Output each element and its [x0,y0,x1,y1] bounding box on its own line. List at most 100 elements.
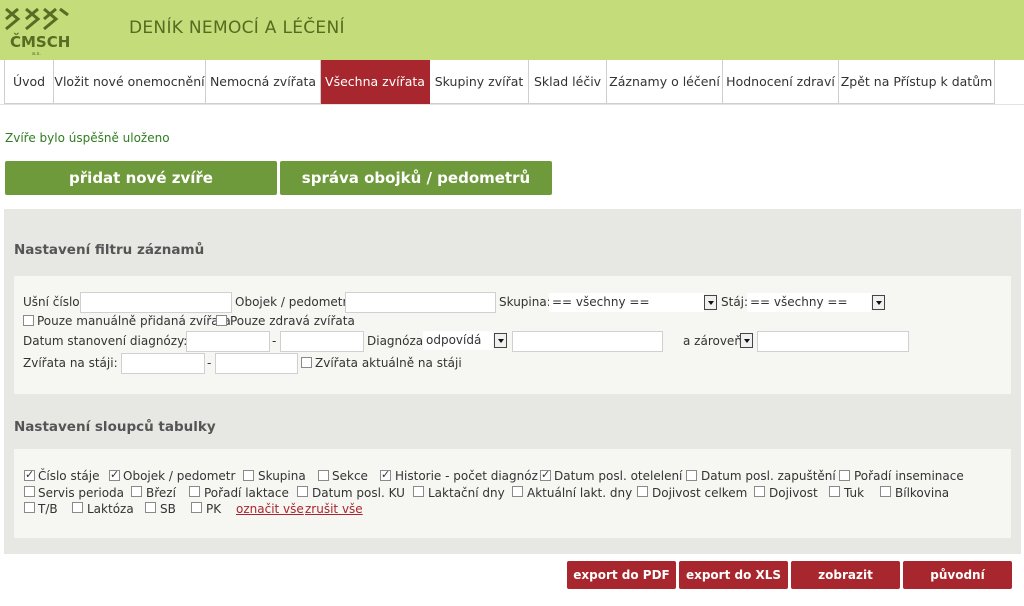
diagnosis-mode-select[interactable]: odpovídá [423,331,493,350]
stable-select[interactable]: == všechny == [747,293,871,312]
nav-item-treatment-records[interactable]: Záznamy o léčení [607,60,723,104]
logo-text: ČMSCH [10,33,71,51]
column-label: Březí [146,486,176,500]
original-button[interactable]: původní [903,561,1012,589]
column-label: Pořadí inseminace [854,469,964,483]
column-label: Skupina [258,469,306,483]
column-label: Datum posl. KU [312,486,405,500]
column-checkbox[interactable] [297,486,308,497]
column-checkbox[interactable] [72,502,83,513]
manual-only-label: Pouze manuálně přidaná zvířata [37,314,231,328]
column-label: Pořadí laktace [204,486,289,500]
nav-item-all-animals[interactable]: Všechna zvířata [321,60,430,104]
column-checkbox[interactable] [829,486,840,497]
column-checkbox[interactable] [131,486,142,497]
column-checkbox[interactable] [189,486,200,497]
column-checkbox[interactable] [24,502,35,513]
chevron-down-icon[interactable] [872,295,885,310]
column-checkbox[interactable] [637,486,648,497]
and-label: a zároveň [683,334,742,348]
column-label: Datum posl. zapuštění [701,469,836,483]
nav-item-uvod[interactable]: Úvod [4,60,54,104]
diagnosis-label: Diagnóza: [367,334,428,348]
column-label: PK [206,502,222,516]
column-label: T/B [38,502,58,516]
column-label: Číslo stáje [38,469,100,483]
column-label: Laktační dny [428,486,505,500]
nav-item-health-evaluation[interactable]: Hodnocení zdraví [723,60,839,104]
column-label: Laktóza [87,502,134,516]
diagnosis-input[interactable] [512,331,663,352]
collar-label: Obojek / pedometr: [235,295,352,309]
diag-date-label: Datum stanovení diagnózy: [23,334,188,348]
column-label: Aktuální lakt. dny [527,486,633,500]
diag-date-to-input[interactable] [280,331,364,352]
in-stable-to-input[interactable] [215,353,298,374]
column-label: Dojivost celkem [652,486,748,500]
group-label: Skupina: [499,295,551,309]
ear-number-input[interactable] [80,292,232,313]
column-label: Servis perioda [38,486,125,500]
column-checkbox[interactable] [540,468,551,481]
deselect-all-link[interactable]: zrušit vše [305,502,363,516]
manage-collars-button[interactable]: správa obojků / pedometrů [280,161,552,195]
range-separator: - [207,356,212,370]
currently-in-stable-label: Zvířata aktuálně na stáji [315,356,462,370]
in-stable-from-input[interactable] [121,353,205,374]
nav-item-drug-store[interactable]: Sklad léčiv [529,60,607,104]
column-checkbox[interactable] [754,486,765,497]
show-button[interactable]: zobrazit [791,561,900,589]
column-label: Dojivost [769,486,818,500]
group-select[interactable]: == všechny == [549,293,704,312]
cmsch-logo[interactable]: ČMSCH a.s. [4,5,71,57]
columns-heading: Nastavení sloupců tabulky [14,419,216,435]
healthy-only-label: Pouze zdravá zvířata [230,314,355,328]
column-checkbox[interactable] [24,468,35,481]
column-label: Historie - počet diagnóz [395,469,538,483]
chevron-down-icon[interactable] [704,295,717,310]
chevron-down-icon[interactable] [494,333,507,348]
nav-item-back-to-data[interactable]: Zpět na Přístup k datům [839,60,995,104]
column-checkbox[interactable] [145,502,156,513]
column-checkbox[interactable] [318,470,329,481]
export-pdf-button[interactable]: export do PDF [567,561,676,589]
healthy-only-checkbox[interactable] [216,315,227,326]
add-animal-button[interactable]: přidat nové zvíře [5,161,277,195]
column-checkbox[interactable] [243,470,254,481]
logo-mark-icon [5,7,69,31]
main-nav: Úvod Vložit nové onemocnění Nemocná zvíř… [4,60,995,104]
app-header: ČMSCH a.s. DENÍK NEMOCÍ A LÉČENÍ [0,0,1024,60]
column-checkbox[interactable] [191,502,202,513]
column-label: Sekce [332,469,368,483]
nav-item-animal-groups[interactable]: Skupiny zvířat [430,60,529,104]
column-checkbox[interactable] [24,486,35,497]
nav-item-new-illness[interactable]: Vložit nové onemocnění [54,60,206,104]
column-checkbox[interactable] [880,486,891,497]
column-checkbox[interactable] [413,486,424,497]
collar-input[interactable] [345,292,496,313]
logo-subtext: a.s. [32,51,41,57]
currently-in-stable-checkbox[interactable] [301,357,312,368]
stable-label: Stáj: [721,295,749,309]
column-checkbox[interactable] [512,486,523,497]
ear-number-label: Ušní číslo: [23,295,84,309]
column-checkbox[interactable] [380,468,391,481]
column-label: Datum posl. otelelení [554,469,683,483]
nav-divider [0,104,1024,105]
column-checkbox[interactable] [686,470,697,481]
filter-heading: Nastavení filtru záznamů [14,242,205,258]
column-label: Tuk [844,486,865,500]
range-separator: - [272,334,277,348]
column-label: SB [160,502,176,516]
chevron-down-icon[interactable] [740,333,753,348]
select-all-link[interactable]: označit vše [236,502,304,516]
export-xls-button[interactable]: export do XLS [679,561,788,589]
diag-date-from-input[interactable] [186,331,270,352]
nav-item-sick-animals[interactable]: Nemocná zvířata [206,60,321,104]
diagnosis-second-input[interactable] [757,331,909,352]
column-label: Obojek / pedometr [123,469,236,483]
column-checkbox[interactable] [839,470,850,481]
manual-only-checkbox[interactable] [23,315,34,326]
in-stable-label: Zvířata na stáji: [23,356,118,370]
column-checkbox[interactable] [109,468,120,481]
